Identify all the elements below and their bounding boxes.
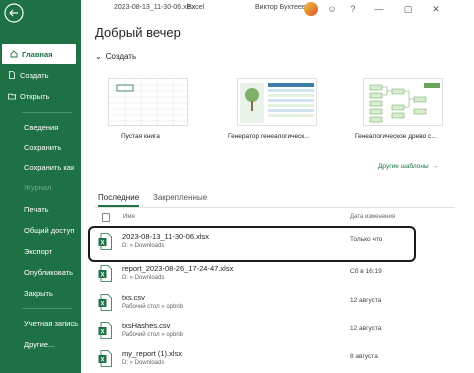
column-header-date[interactable]: Дата изменения <box>350 214 395 220</box>
file-name: txs.csv <box>122 293 145 302</box>
svg-text:X: X <box>100 272 104 278</box>
sidebar-divider <box>22 308 72 309</box>
template-family-tree-generator[interactable]: Генератор генеалогическ... <box>228 78 328 148</box>
sidebar-item-new[interactable]: Создать <box>0 65 81 85</box>
sidebar-item-info[interactable]: Сведения <box>0 117 81 137</box>
template-thumbnail <box>237 78 317 126</box>
close-icon[interactable]: ✕ <box>430 3 442 15</box>
sidebar-item-close[interactable]: Закрыть <box>0 283 81 303</box>
back-button[interactable] <box>3 2 25 24</box>
create-section-label: Создать <box>105 52 137 61</box>
document-title: 2023-08-13_11-30-06.xlsx <box>114 4 196 11</box>
sidebar-item-label: Закрыть <box>24 288 53 298</box>
template-blank-workbook[interactable]: Пустая книга <box>108 78 198 148</box>
svg-text:X: X <box>100 357 104 363</box>
sidebar-item-home[interactable]: Главная <box>2 44 76 64</box>
file-row[interactable]: X txs.csv Рабочий стол » opbnb 12 август… <box>95 288 455 318</box>
file-row[interactable]: X txsHashes.csv Рабочий стол » opbnb 12 … <box>95 316 455 346</box>
more-templates-label: Другие шаблоны <box>378 163 429 170</box>
more-templates-link[interactable]: Другие шаблоны → <box>378 163 438 170</box>
sidebar-item-label: Сохранить как <box>24 162 75 172</box>
file-date: Сб в 16:19 <box>350 268 382 275</box>
file-path: D: » Downloads <box>122 360 165 366</box>
chevron-down-icon: ⌄ <box>95 52 102 61</box>
file-date: 12 августа <box>350 325 382 332</box>
avatar[interactable] <box>304 2 318 16</box>
sidebar-item-more[interactable]: Другие... <box>0 334 81 354</box>
template-thumbnail <box>108 78 189 127</box>
sidebar-item-history: Журнал <box>0 177 81 197</box>
column-header-name[interactable]: Имя <box>123 214 135 220</box>
sidebar-item-label: Экспорт <box>24 246 53 256</box>
sidebar-item-save[interactable]: Сохранить <box>0 137 81 157</box>
sidebar-item-label: Опубликовать <box>24 267 74 277</box>
family-tree-thumbnail <box>369 83 440 123</box>
file-path: Рабочий стол » opbnb <box>122 332 184 338</box>
sidebar-item-label: Общий доступ <box>24 225 75 235</box>
file-row[interactable]: X report_2023-08-26_17-24-47.xlsx D: » D… <box>95 259 455 289</box>
blank-grid-thumbnail <box>109 79 189 127</box>
home-icon <box>10 50 18 58</box>
title-bar: 2023-08-13_11-30-06.xlsx Excel Виктор Бу… <box>81 0 474 18</box>
sidebar-item-account[interactable]: Учетная запись <box>0 313 81 333</box>
file-name: report_2023-08-26_17-24-47.xlsx <box>122 264 234 273</box>
sidebar-divider <box>22 112 72 113</box>
excel-file-icon: X <box>98 265 112 282</box>
template-name: Генеалогическое древо с... <box>355 133 437 140</box>
file-list-header: Имя Дата изменения <box>95 213 455 223</box>
file-name: txsHashes.csv <box>122 321 171 330</box>
svg-text:X: X <box>100 329 104 335</box>
file-path: Рабочий стол » opbnb <box>122 304 184 310</box>
template-family-tree[interactable]: Генеалогическое древо с... <box>355 78 455 148</box>
file-type-column-icon <box>102 213 110 222</box>
sidebar-item-label: Создать <box>20 70 49 80</box>
highlight-frame <box>88 226 416 262</box>
sidebar-item-export[interactable]: Экспорт <box>0 241 81 261</box>
sidebar-item-print[interactable]: Печать <box>0 199 81 219</box>
sidebar-item-label: Открыть <box>20 91 50 101</box>
tab-pinned[interactable]: Закрепленные <box>153 193 207 202</box>
template-name: Пустая книга <box>121 133 160 140</box>
family-tree-generator-thumbnail <box>240 83 314 123</box>
minimize-icon[interactable]: — <box>373 3 385 15</box>
backstage-sidebar: Главная Создать Открыть Сведения Сохрани… <box>0 0 81 373</box>
csv-file-icon: X <box>98 322 112 339</box>
sidebar-item-share[interactable]: Общий доступ <box>0 220 81 240</box>
back-arrow-icon <box>4 3 24 23</box>
sidebar-item-label: Учетная запись <box>24 318 79 328</box>
file-row[interactable]: X my_report (1).xlsx D: » Downloads 8 ав… <box>95 344 455 373</box>
svg-text:X: X <box>100 301 104 307</box>
new-file-icon <box>9 71 15 79</box>
arrow-right-icon: → <box>431 163 439 170</box>
excel-file-icon: X <box>98 350 112 367</box>
file-path: D: » Downloads <box>122 275 165 281</box>
sidebar-item-open[interactable]: Открыть <box>0 86 81 106</box>
template-name: Генератор генеалогическ... <box>228 133 310 140</box>
user-name[interactable]: Виктор Бухтеев <box>255 4 306 11</box>
file-date: 12 августа <box>350 297 382 304</box>
sidebar-item-publish[interactable]: Опубликовать <box>0 262 81 282</box>
sidebar-item-label: Сведения <box>24 122 59 132</box>
smiley-icon[interactable]: ☺ <box>326 3 338 15</box>
file-date: 8 августа <box>350 353 378 360</box>
greeting-heading: Добрый вечер <box>95 25 181 40</box>
app-name: Excel <box>187 4 205 11</box>
sidebar-item-label: Сохранить <box>24 142 62 152</box>
file-name: my_report (1).xlsx <box>122 349 183 358</box>
sidebar-item-label: Другие... <box>24 339 55 349</box>
template-thumbnail <box>363 78 443 126</box>
tab-recent[interactable]: Последние <box>98 193 139 202</box>
csv-file-icon: X <box>98 294 112 311</box>
maximize-icon[interactable]: ▢ <box>402 3 414 15</box>
create-section-header[interactable]: ⌄ Создать <box>95 52 136 61</box>
folder-open-icon <box>8 93 16 100</box>
sidebar-item-label: Печать <box>24 204 49 214</box>
sidebar-item-label: Журнал <box>24 182 52 192</box>
help-icon[interactable]: ? <box>347 3 359 15</box>
sidebar-item-save-as[interactable]: Сохранить как <box>0 157 81 177</box>
sidebar-item-label: Главная <box>22 49 53 59</box>
tabs-divider <box>95 207 455 208</box>
